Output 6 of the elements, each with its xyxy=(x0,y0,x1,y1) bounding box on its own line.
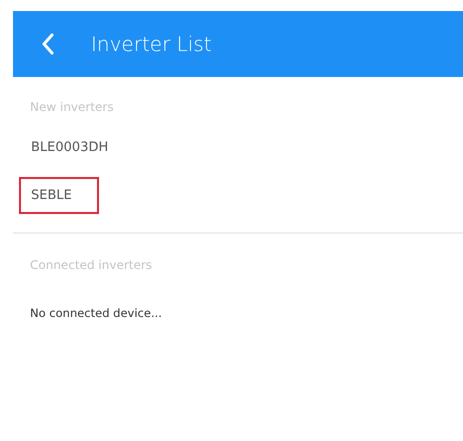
section-label: New inverters xyxy=(29,99,115,114)
screen-title: Inverter List xyxy=(91,32,212,56)
section-label: Connected inverters xyxy=(29,257,154,272)
inverter-item[interactable]: SEBLE xyxy=(19,177,99,214)
inverter-item[interactable]: BLE0003DH xyxy=(19,138,120,157)
empty-message: No connected device... xyxy=(29,305,163,320)
